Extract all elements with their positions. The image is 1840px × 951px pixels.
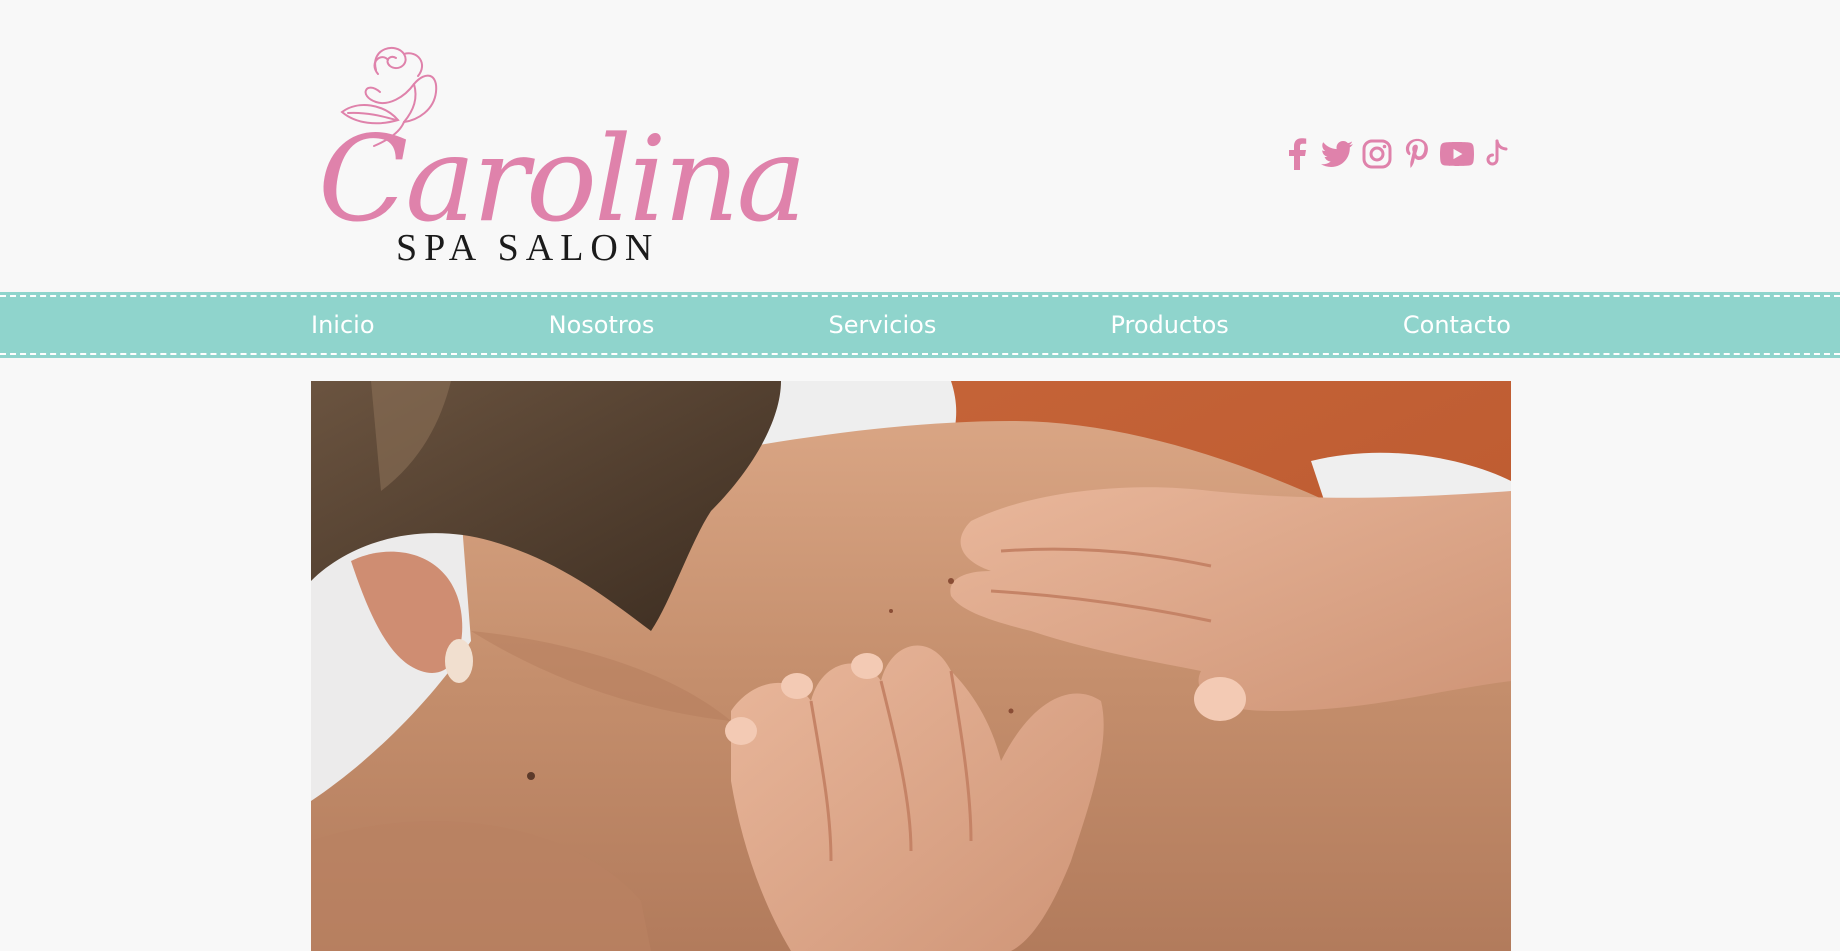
massage-photo (311, 381, 1511, 951)
tiktok-icon[interactable] (1477, 134, 1517, 174)
youtube-icon[interactable] (1437, 134, 1477, 174)
nav-item-productos[interactable]: Productos (1110, 311, 1228, 339)
site-header: Carolina SPA SALON (0, 0, 1840, 290)
nav-item-nosotros[interactable]: Nosotros (549, 311, 655, 339)
social-links (1277, 134, 1517, 174)
hero-image (311, 381, 1511, 951)
nav-item-contacto[interactable]: Contacto (1403, 311, 1511, 339)
pinterest-icon[interactable] (1397, 134, 1437, 174)
nav-item-inicio[interactable]: Inicio (311, 311, 375, 339)
logo[interactable]: Carolina SPA SALON (318, 40, 807, 270)
nav-item-servicios[interactable]: Servicios (829, 311, 937, 339)
page: Carolina SPA SALON Inicio Nosotros Servi… (0, 0, 1840, 951)
logo-subtitle: SPA SALON (396, 227, 660, 269)
main-nav-items: Inicio Nosotros Servicios Productos Cont… (311, 292, 1511, 358)
main-nav: Inicio Nosotros Servicios Productos Cont… (0, 292, 1840, 358)
instagram-icon[interactable] (1357, 134, 1397, 174)
facebook-icon[interactable] (1277, 134, 1317, 174)
logo-script-text: Carolina (318, 110, 807, 248)
twitter-icon[interactable] (1317, 134, 1357, 174)
